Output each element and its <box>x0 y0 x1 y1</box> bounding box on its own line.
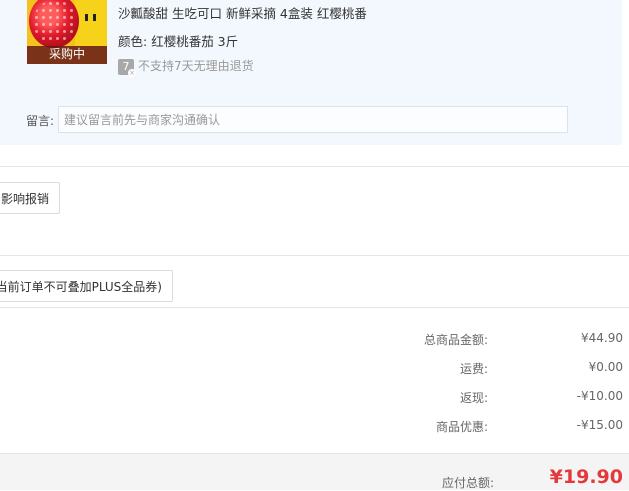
product-title[interactable]: 沙瓤酸甜 生吃可口 新鲜采摘 4盒装 红樱桃番 <box>118 3 367 22</box>
summary-value: -¥10.00 <box>576 389 623 403</box>
purchasing-status-overlay: 采购中 <box>27 46 107 64</box>
total-bar <box>0 453 629 490</box>
summary-value: ¥44.90 <box>581 331 623 345</box>
summary-row-discount: 商品优惠: -¥15.00 <box>323 418 623 438</box>
summary-value: ¥0.00 <box>588 360 623 374</box>
summary-label: 总商品金额: <box>423 333 488 347</box>
total-amount: ¥19.90 <box>549 466 623 488</box>
coupon-button[interactable]: 当前订单不可叠加PLUS全品券) <box>0 270 173 302</box>
section-divider <box>0 255 629 256</box>
total-label: 应付总额: <box>441 476 494 490</box>
summary-row-goods-amount: 总商品金额: ¥44.90 <box>323 331 623 351</box>
section-divider <box>0 166 629 167</box>
color-label: 颜色: <box>118 34 148 49</box>
color-value: 红樱桃番茄 3斤 <box>151 34 239 49</box>
product-thumbnail[interactable]: 采购中 <box>27 0 107 64</box>
summary-row-shipping: 运费: ¥0.00 <box>323 360 623 380</box>
remark-input[interactable] <box>58 106 568 133</box>
section-divider <box>0 307 629 308</box>
remark-label: 留言: <box>26 114 55 128</box>
package-box-image <box>75 0 107 46</box>
summary-label: 运费: <box>459 362 488 376</box>
summary-label: 返现: <box>459 391 488 405</box>
summary-label: 商品优惠: <box>435 420 488 434</box>
summary-row-cashback: 返现: -¥10.00 <box>323 389 623 409</box>
product-color: 颜色: 红樱桃番茄 3斤 <box>118 31 238 50</box>
invoice-button[interactable]: 影响报销 <box>0 182 60 214</box>
return-policy-text: 不支持7天无理由退货 <box>138 59 254 73</box>
no-7day-return-icon: 7 × <box>118 58 136 77</box>
summary-value: -¥15.00 <box>576 418 623 432</box>
return-policy: 7 × 不支持7天无理由退货 <box>118 57 254 77</box>
